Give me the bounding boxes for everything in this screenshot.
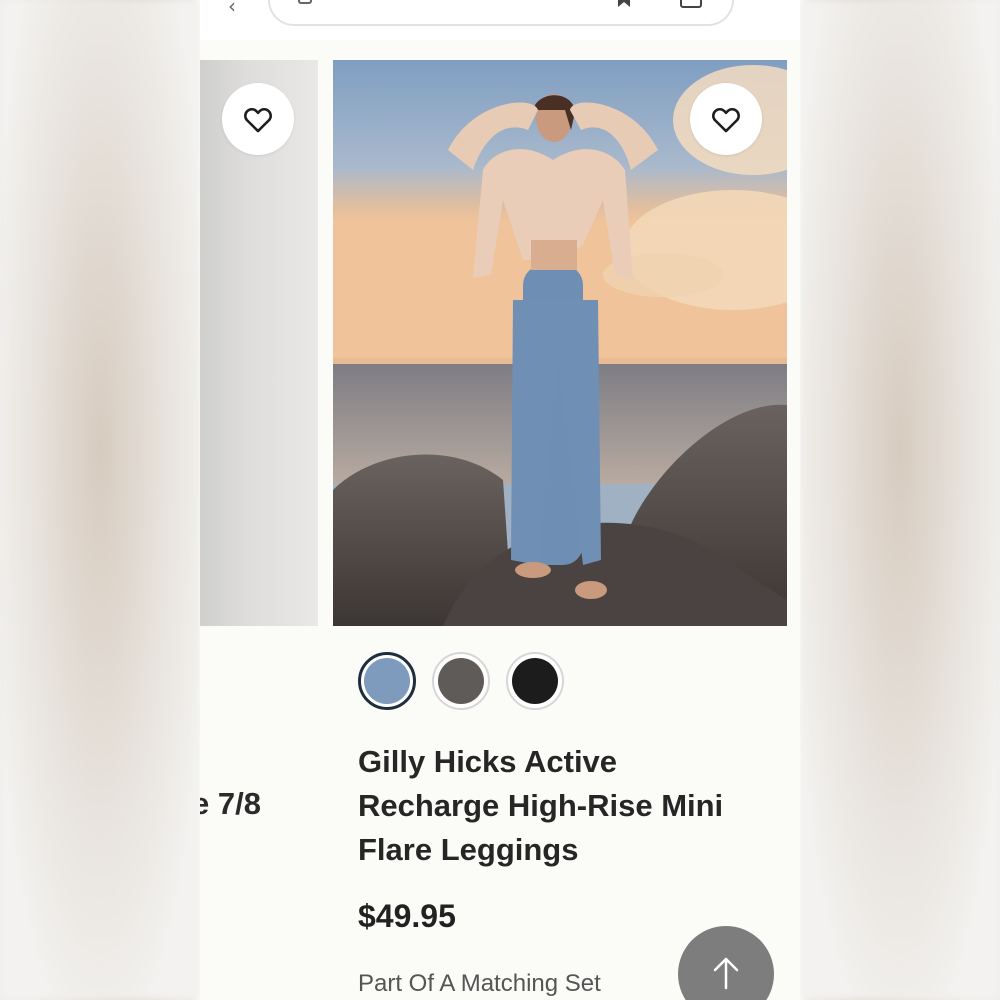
previous-product-title[interactable]: e 7/8: [200, 786, 261, 822]
swatch-blue[interactable]: [358, 652, 416, 710]
swatch-color: [438, 658, 484, 704]
blurred-background-left: [0, 0, 200, 1000]
swatch-black[interactable]: [506, 652, 564, 710]
swatch-charcoal[interactable]: [432, 652, 490, 710]
bookmark-icon[interactable]: [614, 0, 634, 8]
wishlist-heart-icon[interactable]: [690, 83, 762, 155]
back-arrow-icon[interactable]: ‹: [228, 0, 236, 18]
tab-switcher-icon[interactable]: [680, 0, 702, 8]
arrow-up-icon: [713, 957, 739, 990]
blurred-background-right: [800, 0, 1000, 1000]
swatch-color: [364, 658, 410, 704]
color-swatches: [358, 652, 564, 710]
wishlist-heart-icon[interactable]: [222, 83, 294, 155]
product-price: $49.95: [358, 898, 456, 934]
mobile-screen: ‹ e 7/8 Gilly Hicks Active Recharge High…: [200, 0, 800, 1000]
browser-toolbar: ‹: [200, 0, 800, 40]
matching-set-label: Part Of A Matching Set: [358, 970, 601, 997]
swatch-color: [512, 658, 558, 704]
product-title-line: Gilly Hicks Active: [358, 744, 618, 779]
product-title[interactable]: Gilly Hicks Active Recharge High-Rise Mi…: [358, 740, 778, 872]
product-title-line: Recharge High-Rise Mini: [358, 788, 724, 823]
lock-icon: [298, 0, 312, 4]
address-bar[interactable]: [268, 0, 734, 26]
scroll-to-top-button[interactable]: [678, 926, 774, 1000]
product-title-line: Flare Leggings: [358, 832, 579, 867]
